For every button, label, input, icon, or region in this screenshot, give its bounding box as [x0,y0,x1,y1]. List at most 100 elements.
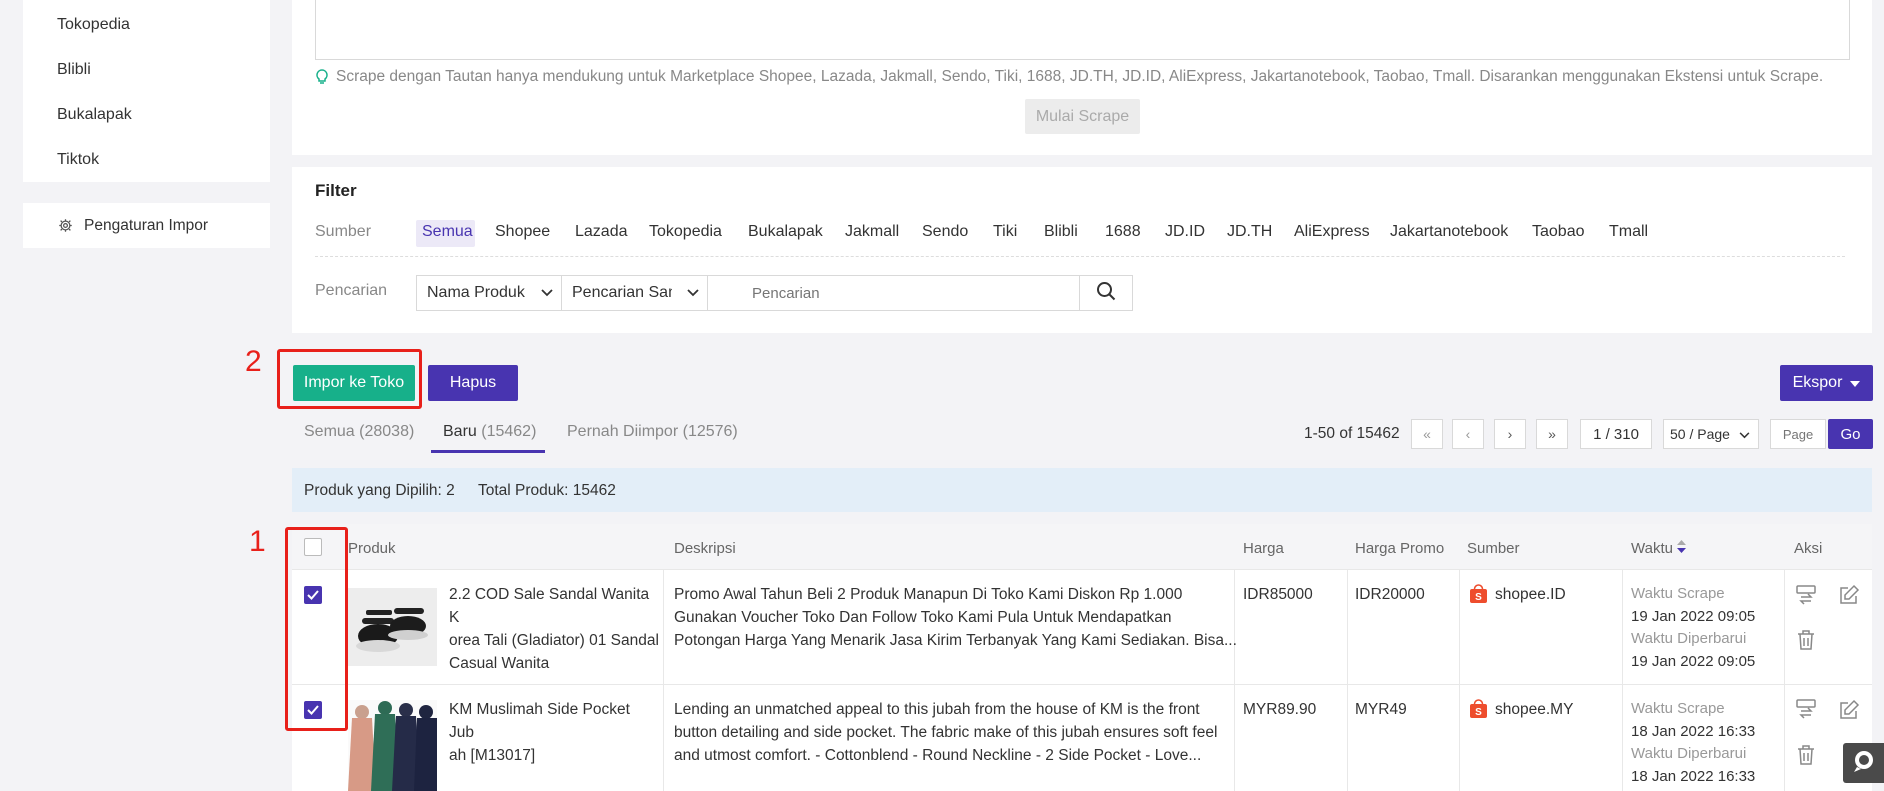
selected-count: Produk yang Dipilih: 2 [304,482,455,499]
per-page-value: 50 / Page [1670,426,1730,442]
tab-pernah-count: (12576) [682,423,738,440]
search-field-select[interactable]: Nama Produk [416,275,562,311]
support-chat-button[interactable] [1843,743,1884,783]
page-jump-input[interactable] [1770,419,1826,449]
search-icon [1096,281,1116,306]
edit-icon[interactable] [1838,584,1860,611]
product-name[interactable]: KM Muslimah Side Pocket Jub ah [M13017] [449,698,659,767]
tab-active-underline [431,450,545,453]
source-jdid[interactable]: JD.ID [1165,223,1205,241]
description-line: Promo Awal Tahun Beli 2 Produk Manapun D… [674,586,1183,603]
sidebar-item-bukalapak[interactable]: Bukalapak [57,106,132,124]
product-name[interactable]: 2.2 COD Sale Sandal Wanita K orea Tali (… [449,583,659,675]
pagination-range: 1-50 of 15462 [1304,425,1400,442]
source-jakmall[interactable]: Jakmall [845,223,899,241]
trash-icon[interactable] [1796,629,1816,656]
chevron-down-icon [1739,426,1750,442]
sidebar-item-tokopedia[interactable]: Tokopedia [57,16,130,34]
description-line: Potongan Harga Yang Menarik Jasa Kirim T… [674,632,1237,649]
tab-pernah-diimpor[interactable]: Pernah Diimpor (12576) [567,423,738,441]
header-price: Harga [1243,540,1284,557]
scrape-time-label: Waktu Scrape [1631,585,1725,602]
source-jakartanotebook[interactable]: Jakartanotebook [1390,223,1508,241]
header-description: Deskripsi [674,540,736,557]
tab-semua[interactable]: Semua (28038) [304,423,414,441]
scrape-url-textarea[interactable] [315,0,1850,60]
page-indicator: 1 / 310 [1580,419,1652,449]
update-time-label: Waktu Diperbarui [1631,630,1747,647]
product-description: Promo Awal Tahun Beli 2 Produk Manapun D… [674,583,1237,652]
source-jdth[interactable]: JD.TH [1227,223,1272,241]
gear-icon [58,218,73,238]
import-store-icon[interactable] [1795,584,1817,611]
source-tmall[interactable]: Tmall [1609,223,1648,241]
caret-down-icon [1850,374,1861,392]
tab-baru[interactable]: Baru (15462) [443,423,536,441]
chevron-right-icon: › [1507,426,1513,442]
sidebar-item-blibli[interactable]: Blibli [57,61,91,79]
description-line: Gunakan Voucher Toko Dan Follow Toko Kam… [674,609,1172,626]
search-field-value: Nama Produk [427,284,525,301]
time-info: Waktu Scrape 19 Jan 2022 09:05 Waktu Dip… [1631,583,1755,673]
sidebar-settings-label: Pengaturan Impor [84,217,209,234]
chat-icon [1851,749,1877,778]
update-time: 18 Jan 2022 16:33 [1631,767,1756,785]
description-line: Lending an unmatched appeal to this juba… [674,701,1200,718]
tab-pernah-label: Pernah Diimpor [567,423,679,440]
source-taobao[interactable]: Taobao [1532,223,1585,241]
source-blibli[interactable]: Blibli [1044,223,1078,241]
sidebar-marketplace-list: Tokopedia Blibli Bukalapak Tiktok [23,0,270,182]
sort-icon [1677,540,1687,557]
next-page-button[interactable]: › [1494,419,1526,449]
import-store-icon[interactable] [1795,698,1817,725]
import-to-store-button[interactable]: Impor ke Toko [293,365,415,401]
search-button[interactable] [1079,275,1133,311]
scrape-panel: Scrape dengan Tautan hanya mendukung unt… [292,0,1872,155]
first-page-button[interactable]: « [1411,419,1443,449]
go-button[interactable]: Go [1828,419,1873,449]
svg-text:S: S [1475,592,1482,603]
sidebar-import-settings[interactable]: Pengaturan Impor [23,203,270,248]
source-tokopedia[interactable]: Tokopedia [649,223,722,241]
per-page-select[interactable]: 50 / Page [1663,419,1759,449]
filter-title: Filter [315,181,357,200]
source-lazada[interactable]: Lazada [575,223,628,241]
double-chevron-left-icon: « [1423,426,1431,442]
total-count: Total Produk: 15462 [478,482,616,499]
header-time-label: Waktu [1631,540,1673,557]
source-bukalapak[interactable]: Bukalapak [748,223,823,241]
sidebar-item-tiktok[interactable]: Tiktok [57,151,99,169]
search-match-select[interactable]: Pencarian Sama [561,275,708,311]
last-page-button[interactable]: » [1536,419,1568,449]
search-label: Pencarian [315,282,388,299]
trash-icon[interactable] [1796,744,1816,771]
source-aliexpress[interactable]: AliExpress [1294,223,1370,241]
update-time: 19 Jan 2022 09:05 [1631,652,1756,670]
product-thumbnail [348,700,437,791]
source-shopee[interactable]: Shopee [495,223,550,241]
source-sendo[interactable]: Sendo [922,223,968,241]
source-tiki[interactable]: Tiki [993,223,1017,241]
description-line: and utmost comfort. - Cottonblend - Roun… [674,747,1202,764]
export-button[interactable]: Ekspor [1780,365,1873,401]
header-action: Aksi [1794,540,1823,557]
search-input[interactable] [707,275,1080,311]
promo-price: IDR20000 [1355,586,1425,603]
chevron-down-icon [541,284,553,302]
source-semua[interactable]: Semua [422,223,473,241]
source-1688[interactable]: 1688 [1105,223,1141,241]
tab-baru-label: Baru [443,423,477,440]
annotation-marker-2: 2 [245,345,262,378]
chevron-left-icon: ‹ [1465,426,1471,442]
time-info: Waktu Scrape 18 Jan 2022 16:33 Waktu Dip… [1631,698,1755,788]
update-time-label: Waktu Diperbarui [1631,745,1747,762]
chevron-down-icon [687,284,699,302]
edit-icon[interactable] [1838,699,1860,726]
header-promo-price: Harga Promo [1355,540,1445,557]
start-scrape-button[interactable]: Mulai Scrape [1025,99,1140,134]
source-label: Sumber [315,223,372,240]
delete-button[interactable]: Hapus [428,365,518,401]
shopee-bag-icon: S [1469,698,1488,724]
header-time[interactable]: Waktu [1631,540,1687,557]
prev-page-button[interactable]: ‹ [1452,419,1484,449]
